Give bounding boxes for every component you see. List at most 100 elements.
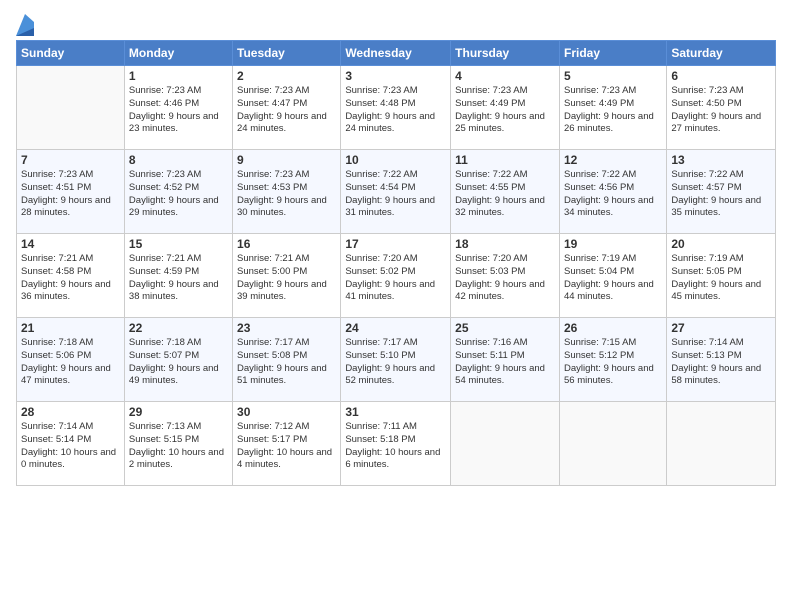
calendar-day-cell: 22Sunrise: 7:18 AMSunset: 5:07 PMDayligh… bbox=[124, 318, 232, 402]
calendar-day-cell: 20 Sunrise: 7:19 AMSunset: 5:05 PMDayligh… bbox=[667, 234, 776, 318]
calendar-day-cell bbox=[559, 402, 666, 486]
calendar-day-cell: 11Sunrise: 7:22 AMSunset: 4:55 PMDayligh… bbox=[451, 150, 560, 234]
day-info: Sunrise: 7:21 AMSunset: 4:59 PMDaylight:… bbox=[129, 253, 228, 304]
day-info: Sunrise: 7:23 AMSunset: 4:49 PMDaylight:… bbox=[564, 85, 662, 136]
day-info: Sunrise: 7:23 AMSunset: 4:52 PMDaylight:… bbox=[129, 169, 228, 220]
calendar-day-cell: 24 Sunrise: 7:17 AMSunset: 5:10 PMDayligh… bbox=[341, 318, 451, 402]
calendar-day-cell bbox=[451, 402, 560, 486]
day-number: 25 bbox=[455, 321, 555, 335]
calendar-day-cell: 1 Sunrise: 7:23 AMSunset: 4:46 PMDaylight… bbox=[124, 66, 232, 150]
page-header bbox=[16, 10, 776, 36]
day-number: 28 bbox=[21, 405, 120, 419]
day-number: 27 bbox=[671, 321, 771, 335]
day-info: Sunrise: 7:16 AMSunset: 5:11 PMDaylight:… bbox=[455, 337, 555, 388]
calendar-week-row: 14 Sunrise: 7:21 AMSunset: 4:58 PMDayligh… bbox=[17, 234, 776, 318]
day-number: 10 bbox=[345, 153, 446, 167]
day-number: 31 bbox=[345, 405, 446, 419]
day-number: 17 bbox=[345, 237, 446, 251]
day-number: 22 bbox=[129, 321, 228, 335]
calendar-day-cell: 4 Sunrise: 7:23 AMSunset: 4:49 PMDaylight… bbox=[451, 66, 560, 150]
calendar-day-cell: 26 Sunrise: 7:15 AMSunset: 5:12 PMDayligh… bbox=[559, 318, 666, 402]
day-info: Sunrise: 7:14 AMSunset: 5:13 PMDaylight:… bbox=[671, 337, 771, 388]
day-number: 23 bbox=[237, 321, 336, 335]
day-info: Sunrise: 7:19 AMSunset: 5:04 PMDaylight:… bbox=[564, 253, 662, 304]
day-info: Sunrise: 7:13 AMSunset: 5:15 PMDaylight:… bbox=[129, 421, 228, 472]
weekday-header-cell: Tuesday bbox=[233, 41, 341, 66]
day-number: 2 bbox=[237, 69, 336, 83]
calendar-day-cell: 3Sunrise: 7:23 AMSunset: 4:48 PMDaylight… bbox=[341, 66, 451, 150]
day-info: Sunrise: 7:17 AMSunset: 5:10 PMDaylight:… bbox=[345, 337, 446, 388]
calendar-day-cell: 29 Sunrise: 7:13 AMSunset: 5:15 PMDayligh… bbox=[124, 402, 232, 486]
day-info: Sunrise: 7:19 AMSunset: 5:05 PMDaylight:… bbox=[671, 253, 771, 304]
day-info: Sunrise: 7:21 AMSunset: 5:00 PMDaylight:… bbox=[237, 253, 336, 304]
calendar-day-cell: 12 Sunrise: 7:22 AMSunset: 4:56 PMDayligh… bbox=[559, 150, 666, 234]
day-number: 1 bbox=[129, 69, 228, 83]
calendar-week-row: 21Sunrise: 7:18 AMSunset: 5:06 PMDayligh… bbox=[17, 318, 776, 402]
day-info: Sunrise: 7:21 AMSunset: 4:58 PMDaylight:… bbox=[21, 253, 120, 304]
day-number: 20 bbox=[671, 237, 771, 251]
weekday-header-cell: Monday bbox=[124, 41, 232, 66]
day-info: Sunrise: 7:23 AMSunset: 4:47 PMDaylight:… bbox=[237, 85, 336, 136]
calendar-day-cell: 10Sunrise: 7:22 AMSunset: 4:54 PMDayligh… bbox=[341, 150, 451, 234]
calendar-week-row: 28 Sunrise: 7:14 AMSunset: 5:14 PMDayligh… bbox=[17, 402, 776, 486]
calendar-day-cell: 19Sunrise: 7:19 AMSunset: 5:04 PMDayligh… bbox=[559, 234, 666, 318]
day-number: 7 bbox=[21, 153, 120, 167]
weekday-header-cell: Saturday bbox=[667, 41, 776, 66]
day-number: 18 bbox=[455, 237, 555, 251]
calendar-table: SundayMondayTuesdayWednesdayThursdayFrid… bbox=[16, 40, 776, 486]
logo-icon bbox=[16, 14, 34, 36]
calendar-body: 1 Sunrise: 7:23 AMSunset: 4:46 PMDaylight… bbox=[17, 66, 776, 486]
day-info: Sunrise: 7:22 AMSunset: 4:56 PMDaylight:… bbox=[564, 169, 662, 220]
day-number: 6 bbox=[671, 69, 771, 83]
calendar-day-cell: 2 Sunrise: 7:23 AMSunset: 4:47 PMDaylight… bbox=[233, 66, 341, 150]
day-number: 9 bbox=[237, 153, 336, 167]
calendar-day-cell: 8Sunrise: 7:23 AMSunset: 4:52 PMDaylight… bbox=[124, 150, 232, 234]
day-info: Sunrise: 7:11 AMSunset: 5:18 PMDaylight:… bbox=[345, 421, 446, 472]
day-number: 26 bbox=[564, 321, 662, 335]
calendar-day-cell: 14 Sunrise: 7:21 AMSunset: 4:58 PMDayligh… bbox=[17, 234, 125, 318]
calendar-day-cell bbox=[667, 402, 776, 486]
weekday-header-cell: Thursday bbox=[451, 41, 560, 66]
calendar-day-cell: 6 Sunrise: 7:23 AMSunset: 4:50 PMDaylight… bbox=[667, 66, 776, 150]
weekday-header-cell: Friday bbox=[559, 41, 666, 66]
calendar-week-row: 1 Sunrise: 7:23 AMSunset: 4:46 PMDaylight… bbox=[17, 66, 776, 150]
calendar-day-cell: 7 Sunrise: 7:23 AMSunset: 4:51 PMDaylight… bbox=[17, 150, 125, 234]
day-number: 5 bbox=[564, 69, 662, 83]
day-info: Sunrise: 7:23 AMSunset: 4:49 PMDaylight:… bbox=[455, 85, 555, 136]
calendar-day-cell: 17 Sunrise: 7:20 AMSunset: 5:02 PMDayligh… bbox=[341, 234, 451, 318]
day-number: 4 bbox=[455, 69, 555, 83]
day-info: Sunrise: 7:18 AMSunset: 5:06 PMDaylight:… bbox=[21, 337, 120, 388]
day-number: 24 bbox=[345, 321, 446, 335]
calendar-day-cell: 21Sunrise: 7:18 AMSunset: 5:06 PMDayligh… bbox=[17, 318, 125, 402]
calendar-day-cell: 28 Sunrise: 7:14 AMSunset: 5:14 PMDayligh… bbox=[17, 402, 125, 486]
calendar-day-cell: 13 Sunrise: 7:22 AMSunset: 4:57 PMDayligh… bbox=[667, 150, 776, 234]
day-info: Sunrise: 7:22 AMSunset: 4:57 PMDaylight:… bbox=[671, 169, 771, 220]
day-info: Sunrise: 7:12 AMSunset: 5:17 PMDaylight:… bbox=[237, 421, 336, 472]
day-number: 16 bbox=[237, 237, 336, 251]
day-info: Sunrise: 7:23 AMSunset: 4:46 PMDaylight:… bbox=[129, 85, 228, 136]
calendar-day-cell: 5 Sunrise: 7:23 AMSunset: 4:49 PMDaylight… bbox=[559, 66, 666, 150]
day-number: 11 bbox=[455, 153, 555, 167]
day-info: Sunrise: 7:23 AMSunset: 4:50 PMDaylight:… bbox=[671, 85, 771, 136]
calendar-day-cell: 9 Sunrise: 7:23 AMSunset: 4:53 PMDaylight… bbox=[233, 150, 341, 234]
day-number: 29 bbox=[129, 405, 228, 419]
calendar-day-cell: 30Sunrise: 7:12 AMSunset: 5:17 PMDayligh… bbox=[233, 402, 341, 486]
day-info: Sunrise: 7:20 AMSunset: 5:03 PMDaylight:… bbox=[455, 253, 555, 304]
calendar-day-cell: 16 Sunrise: 7:21 AMSunset: 5:00 PMDayligh… bbox=[233, 234, 341, 318]
day-info: Sunrise: 7:23 AMSunset: 4:53 PMDaylight:… bbox=[237, 169, 336, 220]
day-info: Sunrise: 7:20 AMSunset: 5:02 PMDaylight:… bbox=[345, 253, 446, 304]
calendar-day-cell: 27 Sunrise: 7:14 AMSunset: 5:13 PMDayligh… bbox=[667, 318, 776, 402]
day-number: 13 bbox=[671, 153, 771, 167]
calendar-day-cell: 23Sunrise: 7:17 AMSunset: 5:08 PMDayligh… bbox=[233, 318, 341, 402]
day-number: 14 bbox=[21, 237, 120, 251]
day-number: 15 bbox=[129, 237, 228, 251]
calendar-day-cell: 25 Sunrise: 7:16 AMSunset: 5:11 PMDayligh… bbox=[451, 318, 560, 402]
weekday-header-row: SundayMondayTuesdayWednesdayThursdayFrid… bbox=[17, 41, 776, 66]
weekday-header-cell: Sunday bbox=[17, 41, 125, 66]
day-info: Sunrise: 7:14 AMSunset: 5:14 PMDaylight:… bbox=[21, 421, 120, 472]
calendar-day-cell: 31 Sunrise: 7:11 AMSunset: 5:18 PMDayligh… bbox=[341, 402, 451, 486]
day-number: 12 bbox=[564, 153, 662, 167]
day-info: Sunrise: 7:15 AMSunset: 5:12 PMDaylight:… bbox=[564, 337, 662, 388]
day-info: Sunrise: 7:23 AMSunset: 4:51 PMDaylight:… bbox=[21, 169, 120, 220]
day-info: Sunrise: 7:23 AMSunset: 4:48 PMDaylight:… bbox=[345, 85, 446, 136]
